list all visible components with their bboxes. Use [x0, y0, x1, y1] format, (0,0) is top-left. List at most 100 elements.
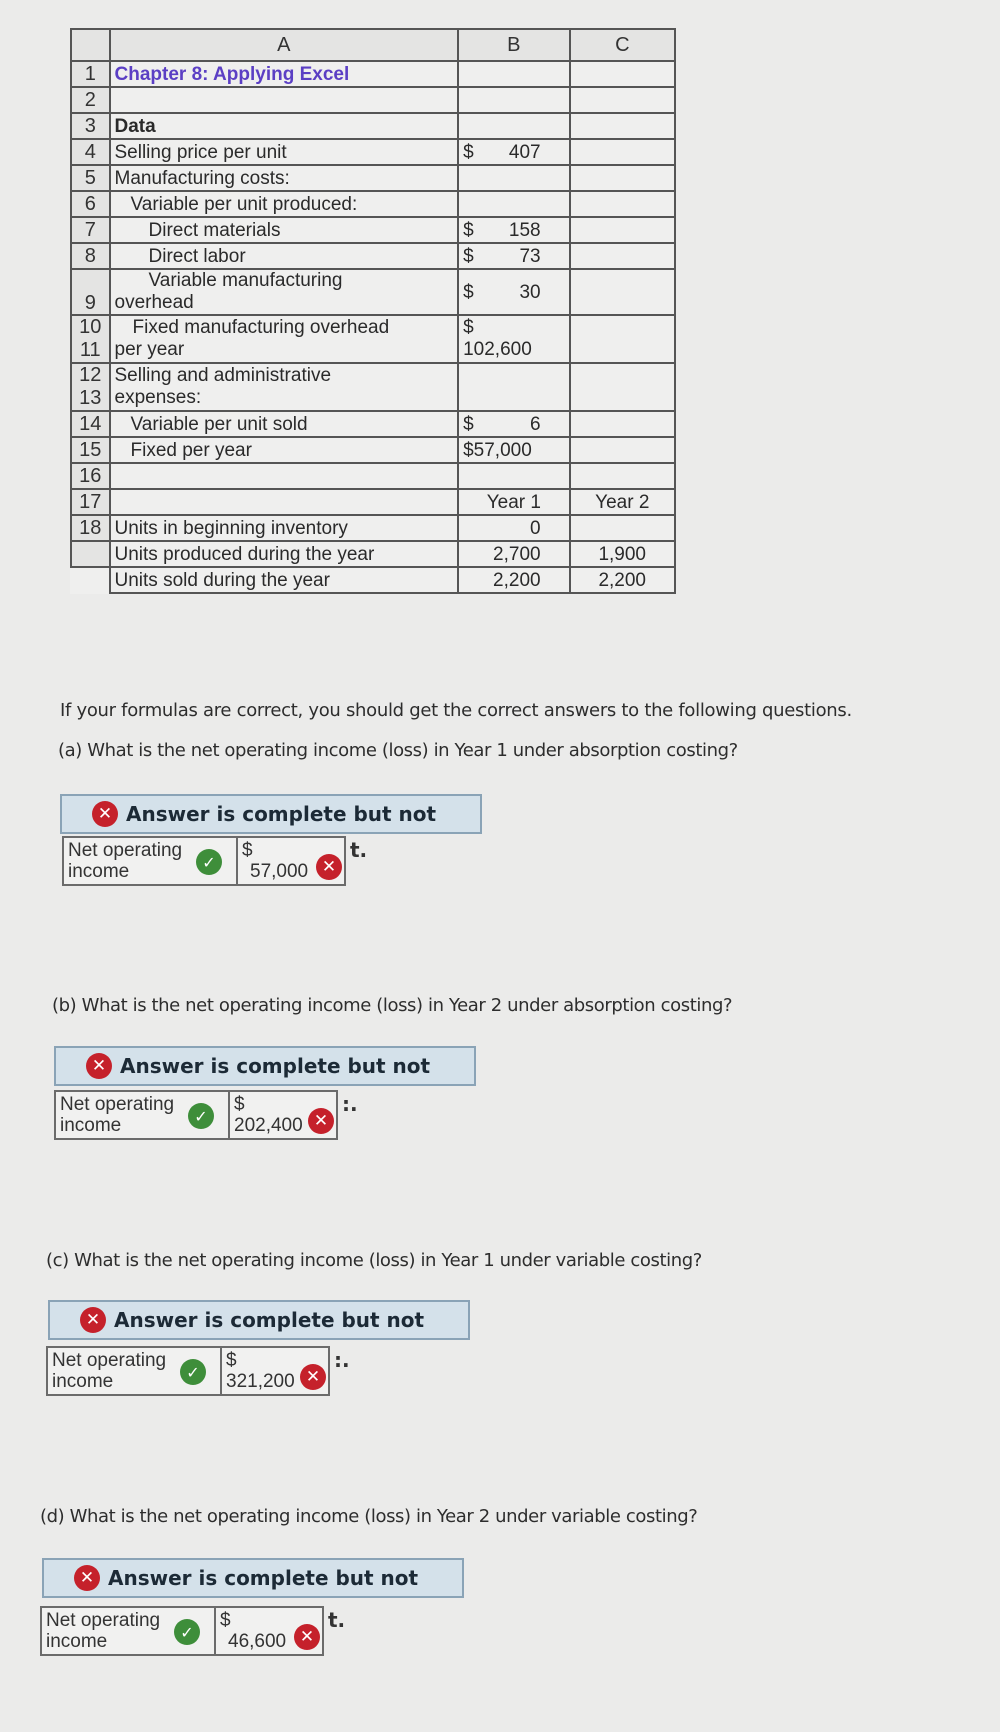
table-row: 5 Manufacturing costs:: [70, 164, 677, 192]
cell-b[interactable]: [457, 190, 571, 218]
cell-b[interactable]: $ 158: [457, 216, 571, 244]
cell-a[interactable]: Selling and administrative expenses:: [108, 362, 460, 412]
column-header-b[interactable]: B: [457, 28, 571, 62]
cell-c[interactable]: 1,900: [568, 540, 677, 568]
cell-b[interactable]: 0: [457, 514, 571, 542]
cell-a[interactable]: Variable per unit produced:: [108, 190, 460, 218]
currency-symbol: $: [463, 317, 474, 338]
cell-c[interactable]: [568, 138, 677, 166]
incorrect-icon: ✕: [294, 1624, 320, 1650]
cell-c[interactable]: [568, 362, 677, 412]
truncated-text: t.: [350, 838, 368, 862]
row-number: 5: [70, 164, 111, 192]
question-a-prompt: (a) What is the net operating income (lo…: [58, 740, 738, 761]
cell-c[interactable]: [568, 216, 677, 244]
row-number: 1: [70, 60, 111, 88]
cell-a[interactable]: Variable per unit sold: [108, 410, 460, 438]
question-c-feedback-banner: ✕ Answer is complete but not: [48, 1300, 470, 1340]
cell-b[interactable]: $ 6: [457, 410, 571, 438]
currency-symbol: $: [234, 1094, 245, 1115]
cell-c[interactable]: [568, 462, 677, 490]
row-number: 9: [70, 268, 111, 316]
cell-a[interactable]: Variable manufacturing overhead: [108, 268, 460, 316]
cell-c[interactable]: [568, 164, 677, 192]
cell-c[interactable]: [568, 314, 677, 364]
question-d-answer-row: Net operating income ✓ $ 46,600 ✕ t.: [40, 1606, 345, 1656]
row-number: 7: [70, 216, 111, 244]
amount: 6: [530, 413, 541, 435]
cell-a[interactable]: [108, 462, 460, 490]
answer-input[interactable]: $ 57,000 ✕: [238, 836, 346, 886]
year-2-header[interactable]: Year 2: [568, 488, 677, 516]
cell-b[interactable]: [457, 86, 571, 114]
cell-a[interactable]: Fixed per year: [108, 436, 460, 464]
table-row: 16: [70, 462, 677, 490]
row-number: 17: [70, 488, 111, 516]
cell-c[interactable]: [568, 436, 677, 464]
cell-c[interactable]: [568, 86, 677, 114]
cell-c[interactable]: [568, 410, 677, 438]
cell-b[interactable]: [457, 112, 571, 140]
incorrect-icon: ✕: [74, 1565, 100, 1591]
table-row: 15 Fixed per year $57,000: [70, 436, 677, 464]
currency-symbol: $: [463, 413, 474, 435]
cell-a[interactable]: Units in beginning inventory: [108, 514, 460, 542]
incorrect-icon: ✕: [80, 1307, 106, 1333]
cell-a[interactable]: [108, 86, 460, 114]
cell-c[interactable]: [568, 60, 677, 88]
cell-b[interactable]: [457, 462, 571, 490]
incorrect-icon: ✕: [308, 1108, 334, 1134]
year-1-header[interactable]: Year 1: [457, 488, 571, 516]
table-row: 17 Year 1 Year 2: [70, 488, 677, 516]
table-row: 3 Data: [70, 112, 677, 140]
correct-check-icon: ✓: [180, 1359, 206, 1385]
answer-input[interactable]: $ 321,200 ✕: [222, 1346, 330, 1396]
row-number: 8: [70, 242, 111, 270]
cell-b[interactable]: $57,000: [457, 436, 571, 464]
truncated-text: :.: [342, 1092, 358, 1116]
answer-label: Net operating income ✓: [40, 1606, 216, 1656]
cell-c[interactable]: [568, 190, 677, 218]
currency-symbol: $: [242, 840, 253, 861]
cell-b[interactable]: [457, 362, 571, 412]
cell-c[interactable]: [568, 242, 677, 270]
cell-b[interactable]: $ 30: [457, 268, 571, 316]
cell-c[interactable]: [568, 112, 677, 140]
feedback-text: Answer is complete but not: [108, 1566, 419, 1590]
answer-input[interactable]: $ 46,600 ✕: [216, 1606, 324, 1656]
correct-check-icon: ✓: [174, 1619, 200, 1645]
feedback-text: Answer is complete but not: [114, 1308, 425, 1332]
cell-a[interactable]: Units produced during the year: [108, 540, 460, 568]
cell-b[interactable]: $ 102,600: [457, 314, 571, 364]
cell-a[interactable]: Manufacturing costs:: [108, 164, 460, 192]
spreadsheet-table: A B C 1 Chapter 8: Applying Excel 2 3 Da…: [70, 28, 677, 594]
cell-a[interactable]: Units sold during the year: [108, 566, 460, 594]
cell-b[interactable]: $ 73: [457, 242, 571, 270]
cell-c[interactable]: 2,200: [568, 566, 677, 594]
answer-input[interactable]: $ 202,400 ✕: [230, 1090, 338, 1140]
cell-b[interactable]: 2,200: [457, 566, 571, 594]
currency-symbol: $: [463, 219, 474, 241]
column-header-c[interactable]: C: [568, 28, 677, 62]
cell-a[interactable]: [108, 488, 460, 516]
cell-b[interactable]: 2,700: [457, 540, 571, 568]
correct-check-icon: ✓: [196, 849, 222, 875]
row-number: 6: [70, 190, 111, 218]
cell-c[interactable]: [568, 514, 677, 542]
cell-a[interactable]: Selling price per unit: [108, 138, 460, 166]
sheet-title-cell[interactable]: Chapter 8: Applying Excel: [108, 60, 460, 88]
cell-a[interactable]: Data: [108, 112, 460, 140]
row-number: 18: [70, 514, 111, 542]
column-header-a[interactable]: A: [108, 28, 460, 62]
incorrect-icon: ✕: [86, 1053, 112, 1079]
cell-a-line1: Fixed manufacturing overhead: [132, 317, 390, 338]
row-number: [71, 566, 111, 593]
cell-c[interactable]: [568, 268, 677, 316]
row-number-12: 12: [79, 364, 102, 386]
cell-a[interactable]: Fixed manufacturing overhead per year: [108, 314, 460, 364]
cell-a[interactable]: Direct materials: [108, 216, 460, 244]
cell-b[interactable]: $ 407: [457, 138, 571, 166]
cell-b[interactable]: [457, 60, 571, 88]
cell-b[interactable]: [457, 164, 571, 192]
cell-a[interactable]: Direct labor: [108, 242, 460, 270]
